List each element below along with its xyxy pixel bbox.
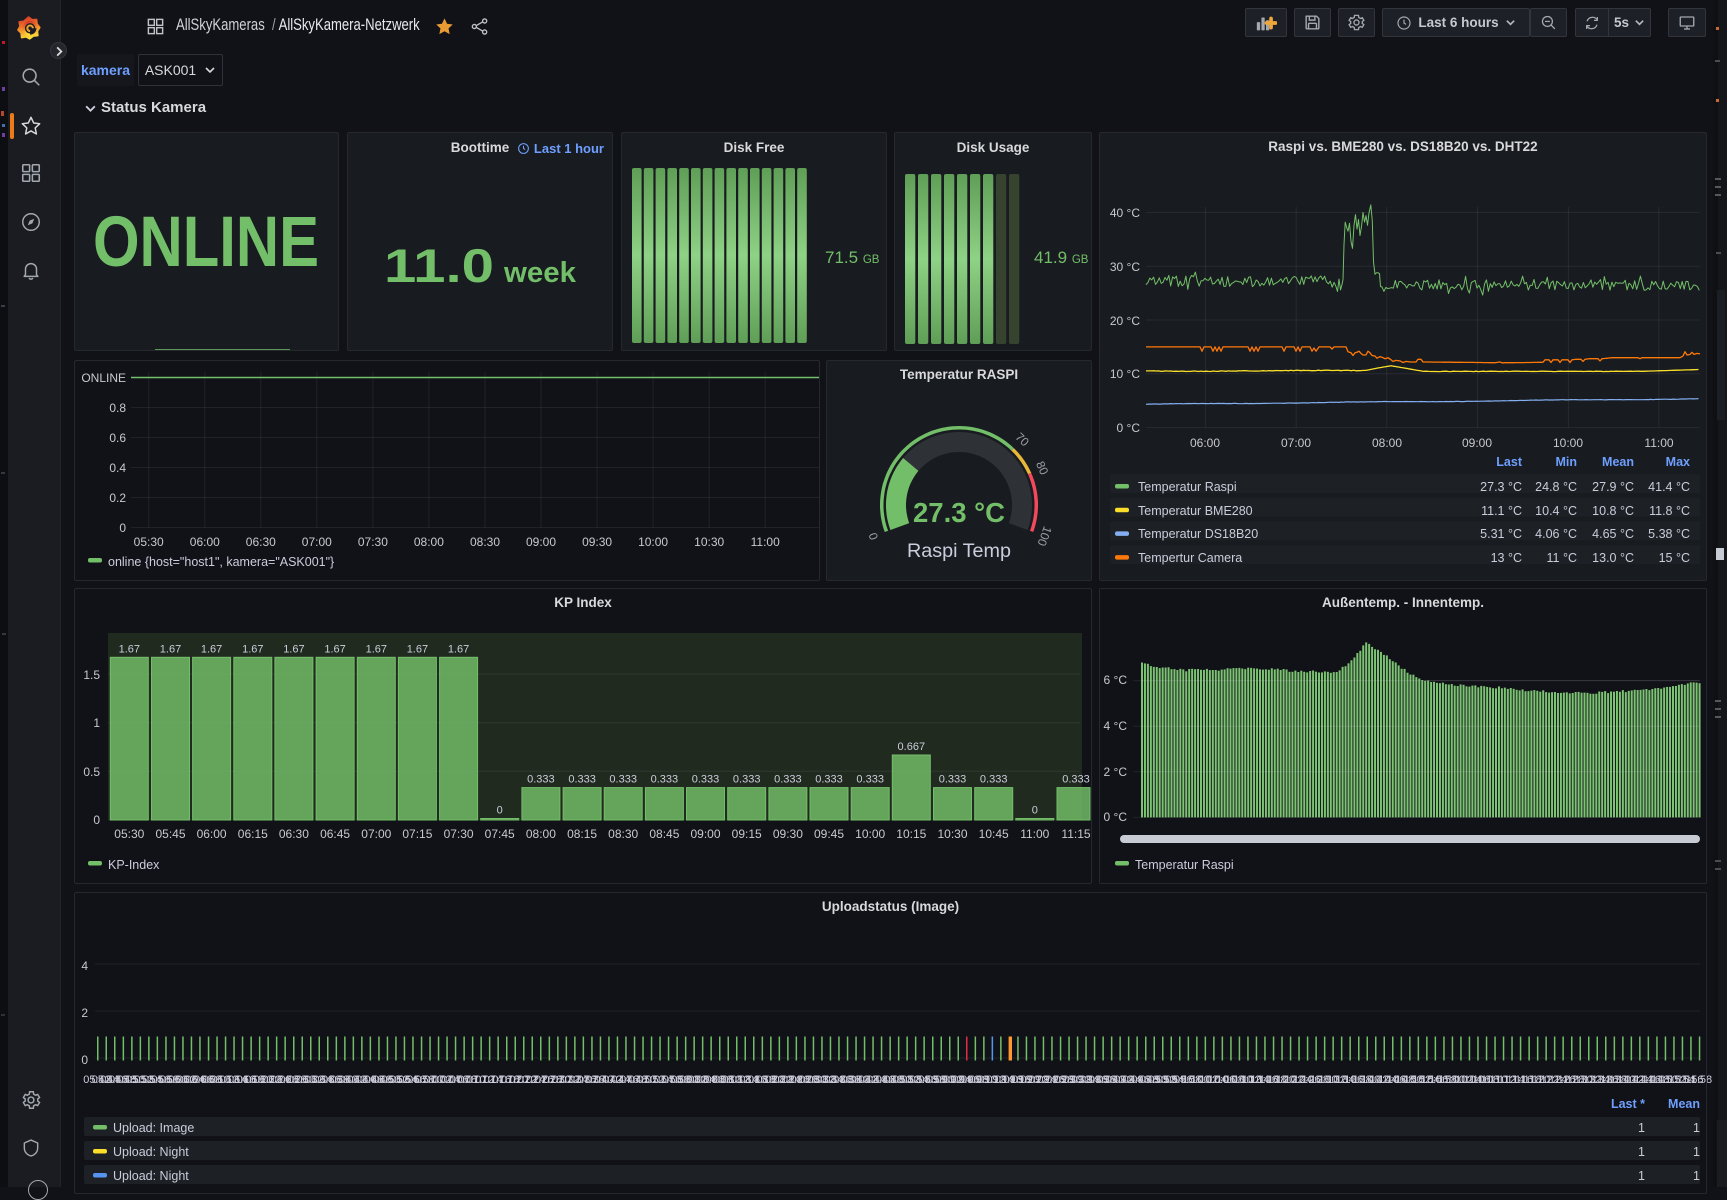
svg-text:15 °C: 15 °C	[1659, 551, 1690, 565]
svg-text:13 °C: 13 °C	[1491, 551, 1522, 565]
svg-text:07:00: 07:00	[1281, 436, 1311, 450]
svg-text:11.1 °C: 11.1 °C	[1481, 504, 1522, 518]
svg-text:10 °C: 10 °C	[1110, 367, 1140, 381]
svg-text:11 °C: 11 °C	[1547, 551, 1577, 565]
svg-text:40 °C: 40 °C	[1110, 206, 1140, 220]
svg-text:27.9 °C: 27.9 °C	[1592, 480, 1634, 494]
svg-text:Temperatur DS18B20: Temperatur DS18B20	[1138, 527, 1258, 541]
svg-text:06:00: 06:00	[1190, 436, 1220, 450]
svg-text:4.06 °C: 4.06 °C	[1535, 527, 1577, 541]
svg-text:41.4 °C: 41.4 °C	[1648, 480, 1690, 494]
svg-text:20 °C: 20 °C	[1110, 314, 1140, 328]
svg-text:11.8 °C: 11.8 °C	[1649, 504, 1690, 518]
svg-text:09:00: 09:00	[1462, 436, 1492, 450]
svg-text:10:00: 10:00	[1553, 436, 1583, 450]
svg-text:13.0 °C: 13.0 °C	[1592, 551, 1634, 565]
svg-text:Last: Last	[1496, 455, 1523, 469]
svg-text:5.38 °C: 5.38 °C	[1648, 527, 1690, 541]
svg-text:5.31 °C: 5.31 °C	[1480, 527, 1522, 541]
svg-text:Mean: Mean	[1602, 455, 1634, 469]
svg-text:Min: Min	[1555, 455, 1577, 469]
svg-text:27.3 °C: 27.3 °C	[1480, 480, 1522, 494]
svg-text:Tempertur Camera: Tempertur Camera	[1138, 551, 1242, 565]
svg-text:11:00: 11:00	[1644, 436, 1673, 450]
svg-text:10.4 °C: 10.4 °C	[1535, 504, 1577, 518]
svg-text:30 °C: 30 °C	[1110, 260, 1140, 274]
svg-text:24.8 °C: 24.8 °C	[1535, 480, 1577, 494]
svg-text:Temperatur BME280: Temperatur BME280	[1138, 504, 1253, 518]
svg-text:Max: Max	[1666, 455, 1690, 469]
svg-text:4.65 °C: 4.65 °C	[1592, 527, 1634, 541]
svg-text:08:00: 08:00	[1372, 436, 1402, 450]
svg-text:10.8 °C: 10.8 °C	[1592, 504, 1634, 518]
svg-text:0 °C: 0 °C	[1117, 421, 1141, 435]
svg-text:Temperatur Raspi: Temperatur Raspi	[1138, 480, 1237, 494]
